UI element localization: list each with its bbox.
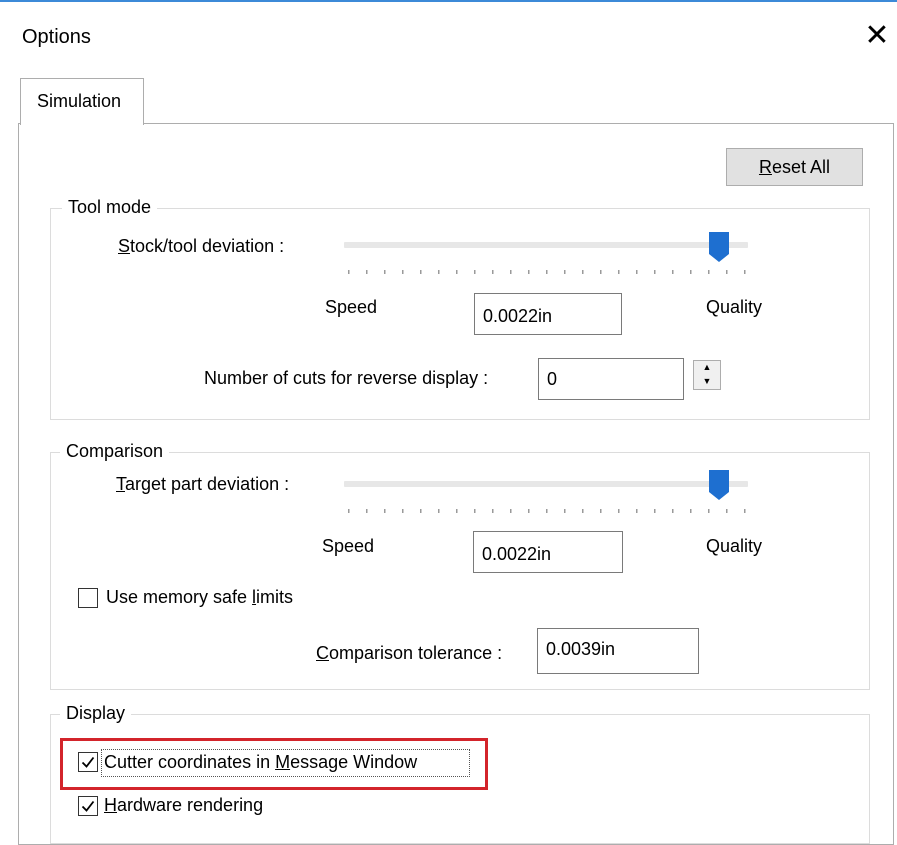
- checkmark-icon: [81, 756, 95, 768]
- close-icon[interactable]: ✕: [862, 18, 892, 54]
- tick-mark: [564, 270, 566, 274]
- tick-mark: [564, 509, 566, 513]
- reset-all-button[interactable]: Reset All: [726, 148, 863, 186]
- tick-mark: [546, 270, 548, 274]
- comparison-deviation-field[interactable]: 0.0022in: [473, 531, 623, 573]
- tick-mark: [492, 270, 494, 274]
- tick-mark: [726, 270, 728, 274]
- tab-label: Simulation: [37, 91, 122, 111]
- comparison-tolerance-field[interactable]: 0.0039in: [537, 628, 699, 674]
- tick-mark: [348, 270, 350, 274]
- tick-mark: [600, 509, 602, 513]
- tool-speed-label: Speed: [325, 297, 378, 317]
- comparison-speed-label: Speed: [322, 536, 375, 556]
- tick-mark: [600, 270, 602, 274]
- tick-mark: [708, 509, 710, 513]
- tool-deviation-field[interactable]: 0.0022in: [474, 293, 622, 335]
- window-top-border: [0, 0, 897, 2]
- tick-mark: [672, 270, 674, 274]
- tick-mark: [456, 270, 458, 274]
- tick-mark: [654, 270, 656, 274]
- target-part-deviation-slider-thumb[interactable]: [708, 470, 729, 500]
- stock-tool-deviation-ticks: [348, 270, 746, 274]
- tick-mark: [474, 270, 476, 274]
- tick-mark: [438, 509, 440, 513]
- tick-mark: [690, 270, 692, 274]
- tick-mark: [726, 509, 728, 513]
- tick-mark: [582, 270, 584, 274]
- tick-mark: [618, 270, 620, 274]
- tick-mark: [348, 509, 350, 513]
- checkmark-icon: [81, 800, 95, 812]
- tick-mark: [510, 509, 512, 513]
- comparison-tolerance-label: Comparison tolerance :: [316, 643, 503, 663]
- tick-mark: [384, 270, 386, 274]
- tick-mark: [636, 270, 638, 274]
- tick-mark: [366, 270, 368, 274]
- tick-mark: [654, 509, 656, 513]
- display-legend: Display: [60, 703, 132, 724]
- hardware-rendering-label[interactable]: Hardware rendering: [104, 795, 263, 816]
- tick-mark: [510, 270, 512, 274]
- tick-mark: [690, 509, 692, 513]
- target-part-deviation-ticks: [348, 509, 746, 513]
- tick-mark: [402, 270, 404, 274]
- tick-mark: [546, 509, 548, 513]
- tick-mark: [528, 509, 530, 513]
- tick-mark: [528, 270, 530, 274]
- tick-mark: [420, 509, 422, 513]
- stock-tool-deviation-slider-thumb[interactable]: [708, 232, 729, 262]
- target-part-deviation-slider-track[interactable]: [344, 481, 748, 487]
- comparison-legend: Comparison: [60, 441, 170, 462]
- tick-mark: [438, 270, 440, 274]
- tick-mark: [708, 270, 710, 274]
- tick-mark: [420, 270, 422, 274]
- stock-tool-deviation-slider-track[interactable]: [344, 242, 748, 248]
- memory-safe-checkbox[interactable]: [78, 588, 98, 608]
- chevron-down-icon[interactable]: ▼: [694, 375, 720, 389]
- chevron-up-icon[interactable]: ▲: [694, 361, 720, 375]
- tick-mark: [636, 509, 638, 513]
- tick-mark: [366, 509, 368, 513]
- memory-safe-label[interactable]: Use memory safe limits: [106, 587, 293, 608]
- tick-mark: [744, 509, 746, 513]
- tab-simulation[interactable]: Simulation: [20, 78, 144, 125]
- stock-tool-deviation-label: Stock/tool deviation :: [118, 236, 285, 256]
- tool-quality-label: Quality: [706, 297, 763, 317]
- target-part-deviation-label: Target part deviation :: [116, 474, 290, 494]
- tool-mode-legend: Tool mode: [62, 197, 158, 218]
- tick-mark: [582, 509, 584, 513]
- cutter-coordinates-checkbox[interactable]: [78, 752, 98, 772]
- reverse-cuts-spinner[interactable]: ▲ ▼: [693, 360, 721, 390]
- tick-mark: [474, 509, 476, 513]
- tick-mark: [402, 509, 404, 513]
- tick-mark: [384, 509, 386, 513]
- reverse-cuts-field[interactable]: 0: [538, 358, 684, 400]
- tick-mark: [456, 509, 458, 513]
- comparison-quality-label: Quality: [706, 536, 763, 556]
- tick-mark: [618, 509, 620, 513]
- hardware-rendering-checkbox[interactable]: [78, 796, 98, 816]
- reverse-cuts-label: Number of cuts for reverse display :: [204, 368, 489, 388]
- tick-mark: [672, 509, 674, 513]
- tick-mark: [744, 270, 746, 274]
- window-title: Options: [22, 26, 91, 48]
- tick-mark: [492, 509, 494, 513]
- cutter-coordinates-label[interactable]: Cutter coordinates in Message Window: [104, 752, 417, 773]
